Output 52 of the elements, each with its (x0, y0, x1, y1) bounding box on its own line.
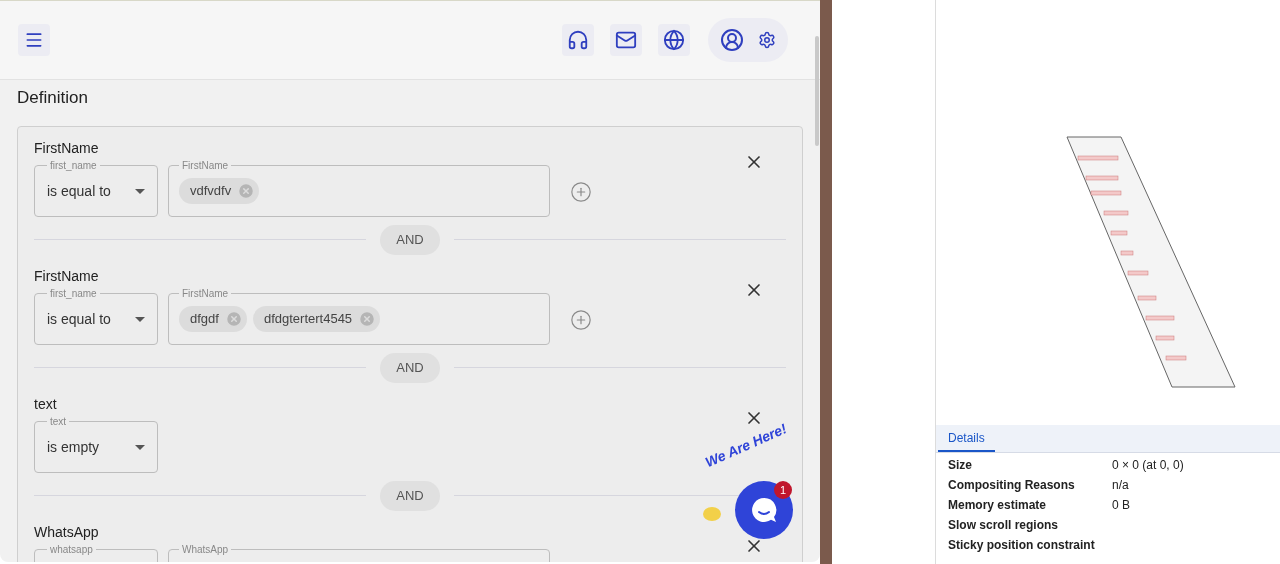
mail-icon (615, 29, 637, 51)
and-connector[interactable]: AND (380, 480, 440, 511)
menu-button[interactable] (18, 24, 50, 56)
add-icon[interactable] (570, 308, 592, 331)
menu-icon (24, 30, 44, 50)
field-label: first_name (49, 288, 98, 299)
values-field[interactable]: FirstName dfgdf dfdgtertert4545 (168, 288, 550, 345)
settings-icon[interactable] (758, 31, 776, 49)
condition-title: text (34, 394, 57, 413)
field-label: text (49, 416, 68, 427)
caret-icon (135, 188, 145, 194)
selected-option: is empty (47, 436, 100, 458)
value-chip[interactable]: dfgdf (179, 306, 247, 332)
detail-value: 0 × 0 (at 0, 0) (1112, 457, 1185, 473)
detail-value: 0 B (1112, 497, 1131, 513)
values-field[interactable]: FirstName vdfvdfv (168, 160, 550, 217)
detail-label: Slow scroll regions (948, 517, 1060, 533)
condition-title: FirstName (34, 266, 99, 285)
scrollbar-thumb[interactable] (815, 36, 819, 146)
field-label: WhatsApp (181, 544, 230, 555)
detail-label: Memory estimate (948, 497, 1048, 513)
detail-label: Compositing Reasons (948, 477, 1076, 493)
headphones-icon (567, 29, 589, 51)
chat-bubble-icon (750, 496, 778, 524)
mail-button[interactable] (610, 24, 642, 56)
globe-icon (663, 29, 685, 51)
language-button[interactable] (658, 24, 690, 56)
support-button[interactable] (562, 24, 594, 56)
and-connector[interactable]: AND (380, 224, 440, 255)
value-chip[interactable]: vdfvdfv (179, 178, 260, 204)
selected-option: is equal to (47, 308, 111, 330)
detail-label: Size (948, 457, 973, 473)
user-icon[interactable] (720, 28, 744, 52)
condition-title: FirstName (34, 138, 99, 157)
condition-title: WhatsApp (34, 522, 99, 541)
field-label: FirstName (181, 288, 230, 299)
detail-label: Sticky position constraint (948, 537, 1096, 553)
operator-select[interactable]: first_name is equal to (34, 160, 158, 217)
section-title: Definition (17, 87, 88, 109)
field-label: whatsapp (49, 544, 94, 555)
value-chip[interactable]: dfdgtertert4545 (252, 306, 381, 332)
caret-icon (135, 316, 145, 322)
field-label: FirstName (181, 160, 230, 171)
detail-value: n/a (1112, 477, 1130, 493)
and-connector[interactable]: AND (380, 352, 440, 383)
selected-option: is equal to (47, 180, 111, 202)
caret-icon (135, 444, 145, 450)
add-icon[interactable] (570, 180, 592, 203)
field-label: first_name (49, 160, 98, 171)
operator-select[interactable]: first_name is equal to (34, 288, 158, 345)
operator-select[interactable]: text is empty (34, 416, 158, 473)
devtools-tab[interactable]: Details (938, 426, 995, 452)
